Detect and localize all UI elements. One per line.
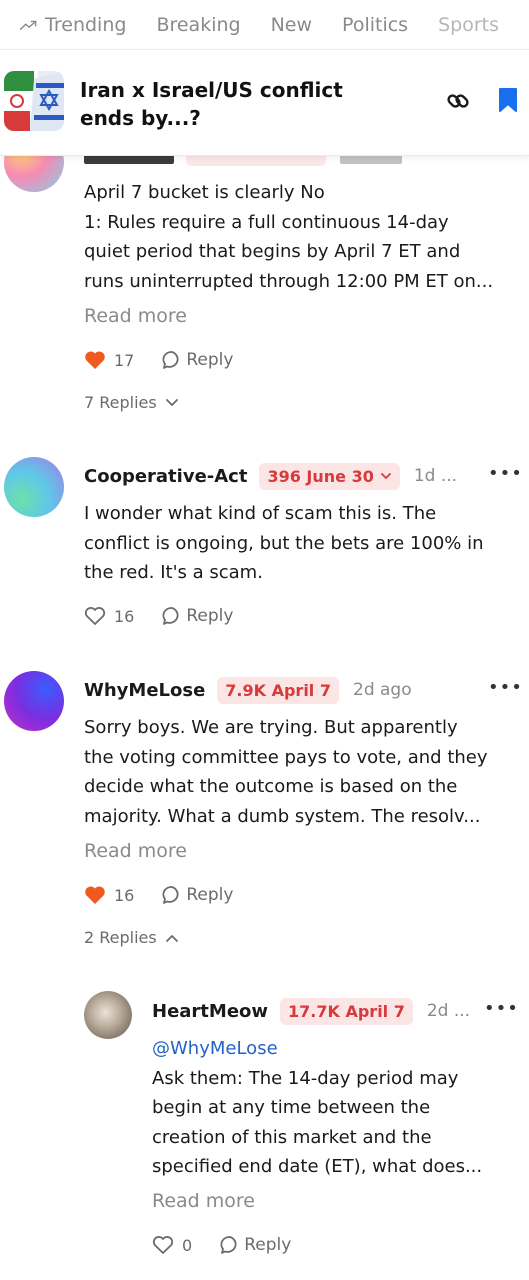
like-count: 17 (114, 350, 135, 370)
comment-line: runs uninterrupted through 12:00 PM ET o… (84, 270, 494, 292)
clipped-username (84, 156, 174, 164)
comment-line: the red. It's a scam. (84, 562, 263, 583)
replies-toggle[interactable]: 2 Replies (84, 928, 179, 947)
comment-line: 1: Rules require a full continuous 14-da… (84, 211, 449, 233)
market-title-line-1: Iran x Israel/US conflict (80, 78, 343, 102)
like-count: 16 (114, 885, 135, 905)
username[interactable]: WhyMeLose (84, 680, 205, 701)
clipped-comment-header (0, 156, 529, 168)
chevron-up-icon (165, 934, 178, 942)
position-pill[interactable]: 17.7K April 7 (280, 997, 413, 1025)
replies-count: 2 Replies (84, 928, 157, 947)
comment-line: specified end date (ET), what does... (152, 1156, 483, 1177)
market-title-line-2: ends by...? (80, 106, 201, 130)
comment-actions: 17 Reply (84, 350, 233, 370)
avatar[interactable] (4, 671, 64, 731)
reply-button[interactable]: Reply (244, 1235, 291, 1255)
replies-toggle[interactable]: 7 Replies (84, 393, 179, 412)
comment-body: I wonder what kind of scam this is. The … (84, 499, 484, 588)
comment-time: 2d ago (353, 680, 412, 700)
like-count: 0 (182, 1235, 193, 1255)
reply-bubble-icon[interactable] (162, 350, 182, 370)
reply-button[interactable]: Reply (186, 885, 233, 905)
reply-button[interactable]: Reply (186, 350, 233, 370)
like-count: 16 (114, 606, 135, 626)
comment-time: 2d ... (426, 1001, 471, 1021)
chevron-down-icon (165, 398, 178, 406)
comment-header: HeartMeow 17.7K April 7 2d ... (152, 995, 470, 1027)
comment-line: Sorry boys. We are trying. But apparentl… (84, 717, 458, 738)
heart-filled-icon[interactable] (84, 350, 106, 370)
read-more-link[interactable]: Read more (152, 1190, 255, 1212)
avatar[interactable] (84, 991, 132, 1039)
heart-filled-icon[interactable] (84, 885, 106, 905)
heart-outline-icon[interactable] (84, 606, 106, 626)
position-label: 396 June 30 (267, 466, 374, 486)
comment-line: majority. What a dumb system. The resolv… (84, 805, 481, 827)
comment-header: Cooperative-Act 396 June 30 1d ... (84, 460, 457, 492)
reply-bubble-icon[interactable] (162, 885, 182, 905)
clipped-time (340, 156, 402, 164)
reply-bubble-icon[interactable] (162, 606, 182, 626)
comment-line: begin at any time between the (152, 1097, 431, 1118)
market-thumbnail (4, 71, 64, 131)
comment-time: 1d ... (413, 466, 458, 486)
position-pill[interactable]: 396 June 30 (259, 462, 400, 490)
username[interactable]: HeartMeow (152, 1001, 268, 1022)
comment-line: I wonder what kind of scam this is. The (84, 503, 437, 524)
trending-icon (20, 20, 37, 30)
nav-tab-trending[interactable]: Trending (45, 14, 126, 36)
heart-outline-icon[interactable] (152, 1235, 174, 1255)
comment-actions: 16 Reply (84, 885, 233, 905)
market-title: Iran x Israel/US conflict ends by...? (80, 76, 380, 132)
replies-count: 7 Replies (84, 393, 157, 412)
link-icon[interactable] (445, 88, 471, 114)
clipped-position-pill (186, 156, 326, 166)
nav-tab-new[interactable]: New (271, 14, 312, 36)
position-pill[interactable]: 7.9K April 7 (217, 676, 339, 704)
comment-line: decide what the outcome is based on the (84, 776, 458, 797)
chevron-down-icon (380, 473, 391, 479)
username[interactable]: Cooperative-Act (84, 466, 247, 487)
more-options-icon[interactable]: ••• (484, 998, 519, 1019)
comment-body: @WhyMeLose Ask them: The 14-day period m… (152, 1034, 482, 1182)
position-label: 7.9K April 7 (225, 680, 331, 700)
comment-line: quiet period that begins by April 7 ET a… (84, 241, 461, 262)
comment-line: Ask them: The 14-day period may (152, 1067, 459, 1089)
nav-tab-politics[interactable]: Politics (342, 14, 408, 36)
avatar[interactable] (4, 457, 64, 517)
nav-tab-breaking[interactable]: Breaking (156, 14, 240, 36)
reply-button[interactable]: Reply (186, 606, 233, 626)
comment-actions: 0 Reply (152, 1235, 291, 1255)
more-options-icon[interactable]: ••• (488, 463, 523, 484)
comment-actions: 16 Reply (84, 606, 233, 626)
market-header: Iran x Israel/US conflict ends by...? (0, 50, 529, 156)
comment-header: WhyMeLose 7.9K April 7 2d ago (84, 674, 412, 706)
comment-body: Sorry boys. We are trying. But apparentl… (84, 713, 488, 831)
comment-line: creation of this market and the (152, 1126, 432, 1148)
category-nav: Trending Breaking New Politics Sports (0, 0, 529, 50)
comment-line: conflict is ongoing, but the bets are 10… (84, 532, 484, 554)
more-options-icon[interactable]: ••• (488, 677, 523, 698)
comment-body: April 7 bucket is clearly No 1: Rules re… (84, 178, 493, 296)
user-mention-link[interactable]: @WhyMeLose (152, 1034, 482, 1064)
nav-tab-sports[interactable]: Sports (438, 14, 499, 36)
read-more-link[interactable]: Read more (84, 840, 187, 862)
bookmark-icon[interactable] (498, 87, 518, 113)
read-more-link[interactable]: Read more (84, 305, 187, 327)
comment-line: April 7 bucket is clearly No (84, 182, 325, 203)
comment-line: the voting committee pays to vote, and t… (84, 746, 488, 768)
reply-bubble-icon[interactable] (220, 1235, 240, 1255)
position-label: 17.7K April 7 (288, 1001, 405, 1021)
